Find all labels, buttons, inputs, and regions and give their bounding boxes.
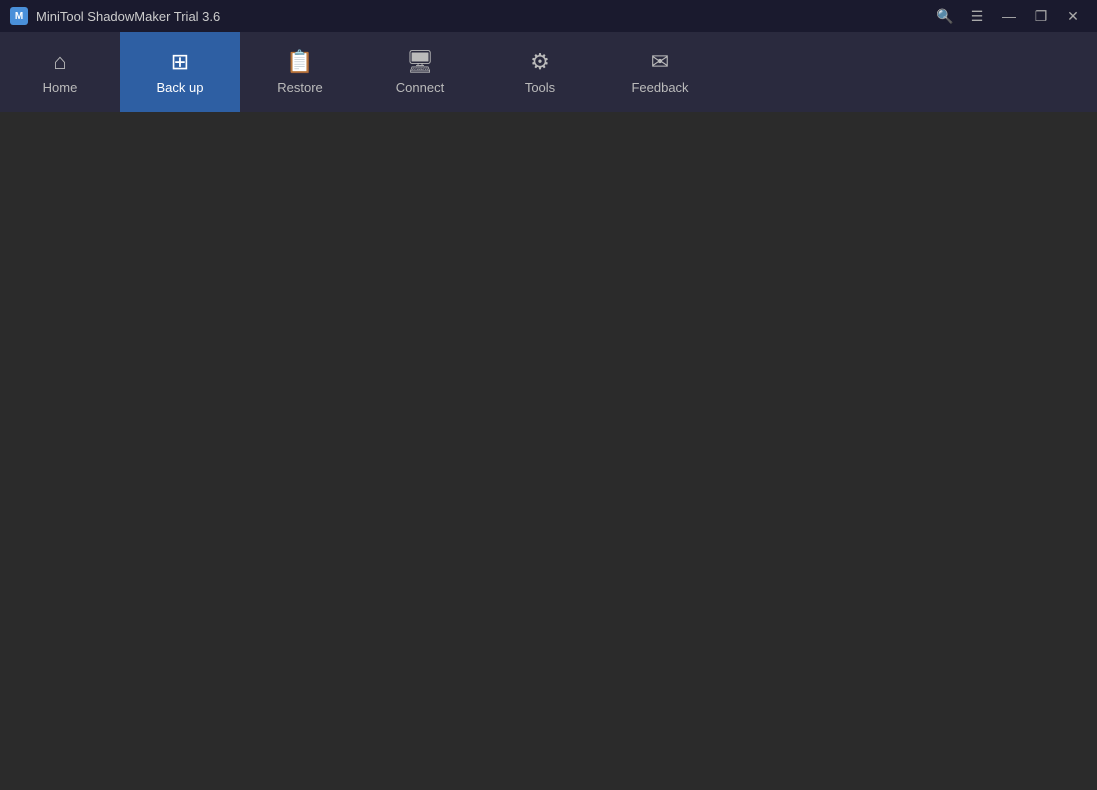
- nav-bar: ⌂ Home ⊞ Back up 📋 Restore 🖥 Connect ⚙ T…: [0, 32, 1097, 112]
- app-title: MiniTool ShadowMaker Trial 3.6: [36, 9, 220, 24]
- nav-item-connect[interactable]: 🖥 Connect: [360, 32, 480, 112]
- nav-label-feedback: Feedback: [631, 80, 688, 95]
- settings-icon: ⚙: [530, 49, 550, 75]
- nav-label-backup: Back up: [157, 80, 204, 95]
- nav-label-restore: Restore: [277, 80, 323, 95]
- nav-label-home: Home: [43, 80, 78, 95]
- nav-item-home[interactable]: ⌂ Home: [0, 32, 120, 112]
- title-bar-left: M MiniTool ShadowMaker Trial 3.6: [10, 7, 220, 25]
- nav-item-settings[interactable]: ⚙ Tools: [480, 32, 600, 112]
- minimize-btn[interactable]: —: [995, 5, 1023, 27]
- menu-btn[interactable]: ☰: [963, 5, 991, 27]
- nav-label-connect: Connect: [396, 80, 444, 95]
- restore-btn[interactable]: ❐: [1027, 5, 1055, 27]
- backup-icon: ⊞: [171, 49, 189, 75]
- nav-item-restore[interactable]: 📋 Restore: [240, 32, 360, 112]
- connect-icon: 🖥: [406, 49, 434, 75]
- nav-label-settings: Tools: [525, 80, 555, 95]
- nav-item-feedback[interactable]: ✉ Feedback: [600, 32, 720, 112]
- nav-item-backup[interactable]: ⊞ Back up: [120, 32, 240, 112]
- search-btn[interactable]: 🔍: [931, 5, 959, 27]
- title-bar: M MiniTool ShadowMaker Trial 3.6 🔍 ☰ — ❐…: [0, 0, 1097, 32]
- close-btn[interactable]: ✕: [1059, 5, 1087, 27]
- feedback-icon: ✉: [651, 49, 669, 75]
- home-icon: ⌂: [53, 49, 66, 75]
- restore-icon: 📋: [286, 49, 313, 75]
- title-bar-controls: 🔍 ☰ — ❐ ✕: [931, 5, 1087, 27]
- app-icon: M: [10, 7, 28, 25]
